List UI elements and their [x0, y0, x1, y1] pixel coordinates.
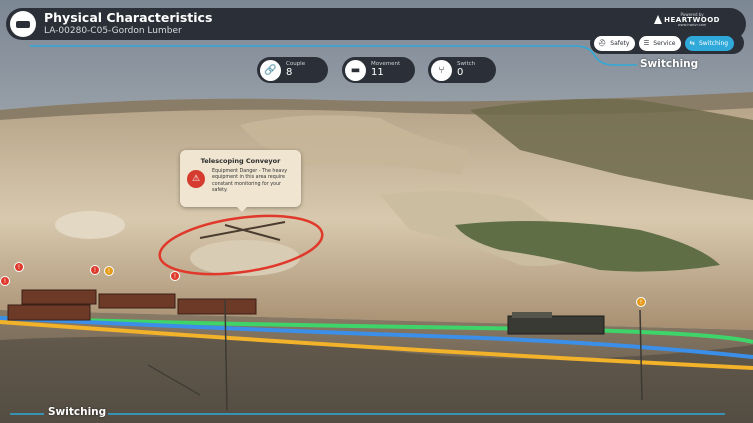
mode-tabs: ⛑ Safety ☰ Service ⇆ Switching [590, 32, 744, 54]
warning-icon: ⚠ [187, 170, 205, 188]
stat-movement[interactable]: ▬ Movement 11 [342, 57, 415, 83]
tooltip-body: Equipment Danger - The heavy equipment i… [212, 169, 288, 194]
tooltip-pointer [237, 207, 247, 212]
railcar-icon: ▬ [345, 59, 366, 81]
page-subtitle: LA-00280-C05-Gordon Lumber [44, 25, 182, 36]
tooltip-title: Telescoping Conveyor [200, 157, 281, 165]
brand-logo: Powered by HEARTWOOD www.hwdvr.com [654, 13, 720, 28]
hazard-marker[interactable]: ! [90, 265, 100, 275]
train-switch-icon: ⇆ [689, 39, 695, 47]
page-title: Physical Characteristics [44, 10, 213, 26]
hazard-tooltip: Telescoping Conveyor ⚠ Equipment Danger … [180, 150, 301, 212]
railcar-icon[interactable] [10, 11, 36, 37]
stat-switch[interactable]: ⑂ Switch 0 [428, 57, 496, 83]
list-icon: ☰ [643, 39, 650, 47]
hazard-marker[interactable]: ! [14, 262, 24, 272]
stat-couple[interactable]: 🔗 Couple 8 [257, 57, 328, 83]
footer-mode-label: Switching [48, 406, 107, 418]
link-icon: 🔗 [260, 59, 281, 81]
current-mode-label: Switching [640, 58, 699, 70]
tab-switching[interactable]: ⇆ Switching [685, 35, 735, 51]
hardhat-icon: ⛑ [598, 39, 607, 47]
caution-marker[interactable]: ! [636, 297, 646, 307]
track-switch-icon: ⑂ [431, 59, 452, 81]
brand-mark-icon [654, 15, 663, 24]
tab-safety[interactable]: ⛑ Safety [594, 35, 636, 51]
tab-service[interactable]: ☰ Service [639, 35, 682, 51]
hazard-marker[interactable]: ! [170, 271, 180, 281]
caution-marker[interactable]: ! [104, 266, 114, 276]
hazard-marker[interactable]: ! [0, 276, 10, 286]
